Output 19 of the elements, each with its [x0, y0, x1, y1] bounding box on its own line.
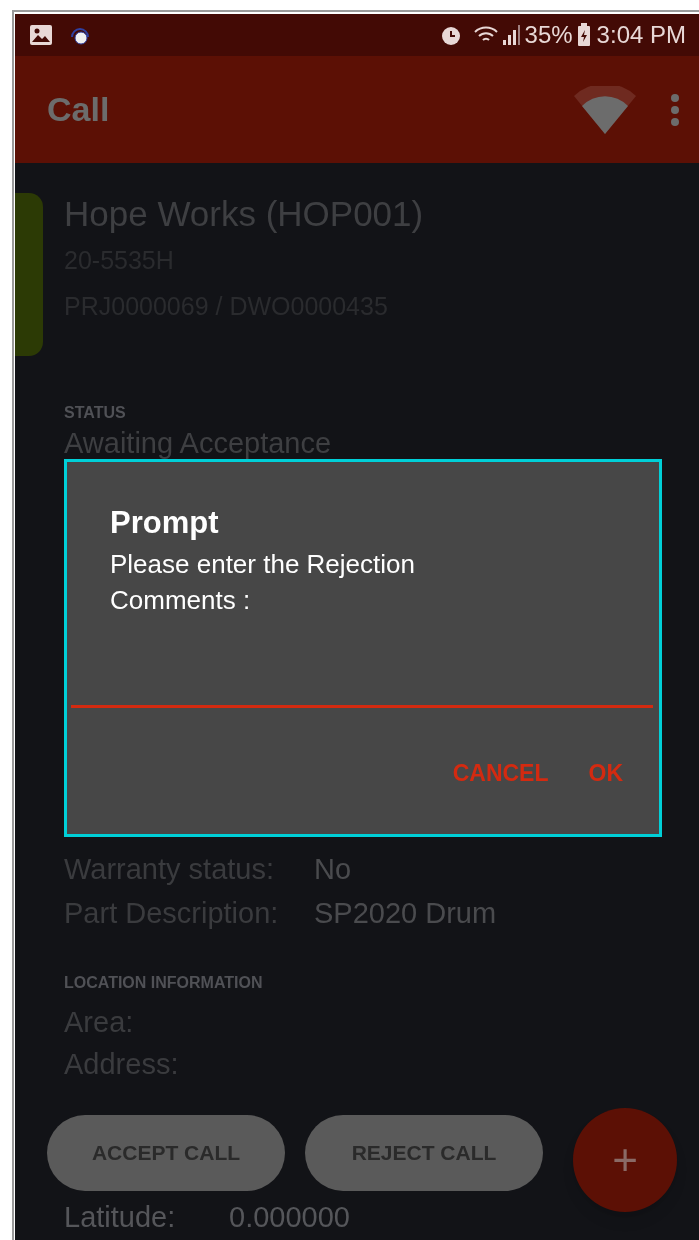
signal-icon: [500, 24, 521, 46]
battery-icon: [576, 23, 591, 47]
section-heading: STATUS: [64, 403, 127, 423]
field-value: 0.000000: [229, 1200, 350, 1235]
field-label: Latitude:: [64, 1200, 177, 1235]
image-icon: [29, 24, 53, 46]
dialog-title: Prompt: [110, 504, 220, 542]
clock-time: 3:04 PM: [596, 20, 686, 50]
section-heading: LOCATION INFORMATION: [64, 973, 264, 993]
field-value: No: [314, 852, 352, 887]
battery-percentage: 35%: [524, 20, 573, 50]
add-button[interactable]: +: [573, 1108, 677, 1212]
wifi-icon: [574, 85, 636, 134]
dialog-message: Please enter the Rejection Comments :: [110, 548, 416, 617]
app-bar-title: Call: [47, 89, 111, 130]
more-options-icon[interactable]: [670, 93, 680, 126]
dialog-button[interactable]: OK: [588, 756, 623, 791]
field-value: SP2020 Drum: [314, 896, 497, 931]
dialog-button[interactable]: CANCEL: [452, 756, 549, 791]
